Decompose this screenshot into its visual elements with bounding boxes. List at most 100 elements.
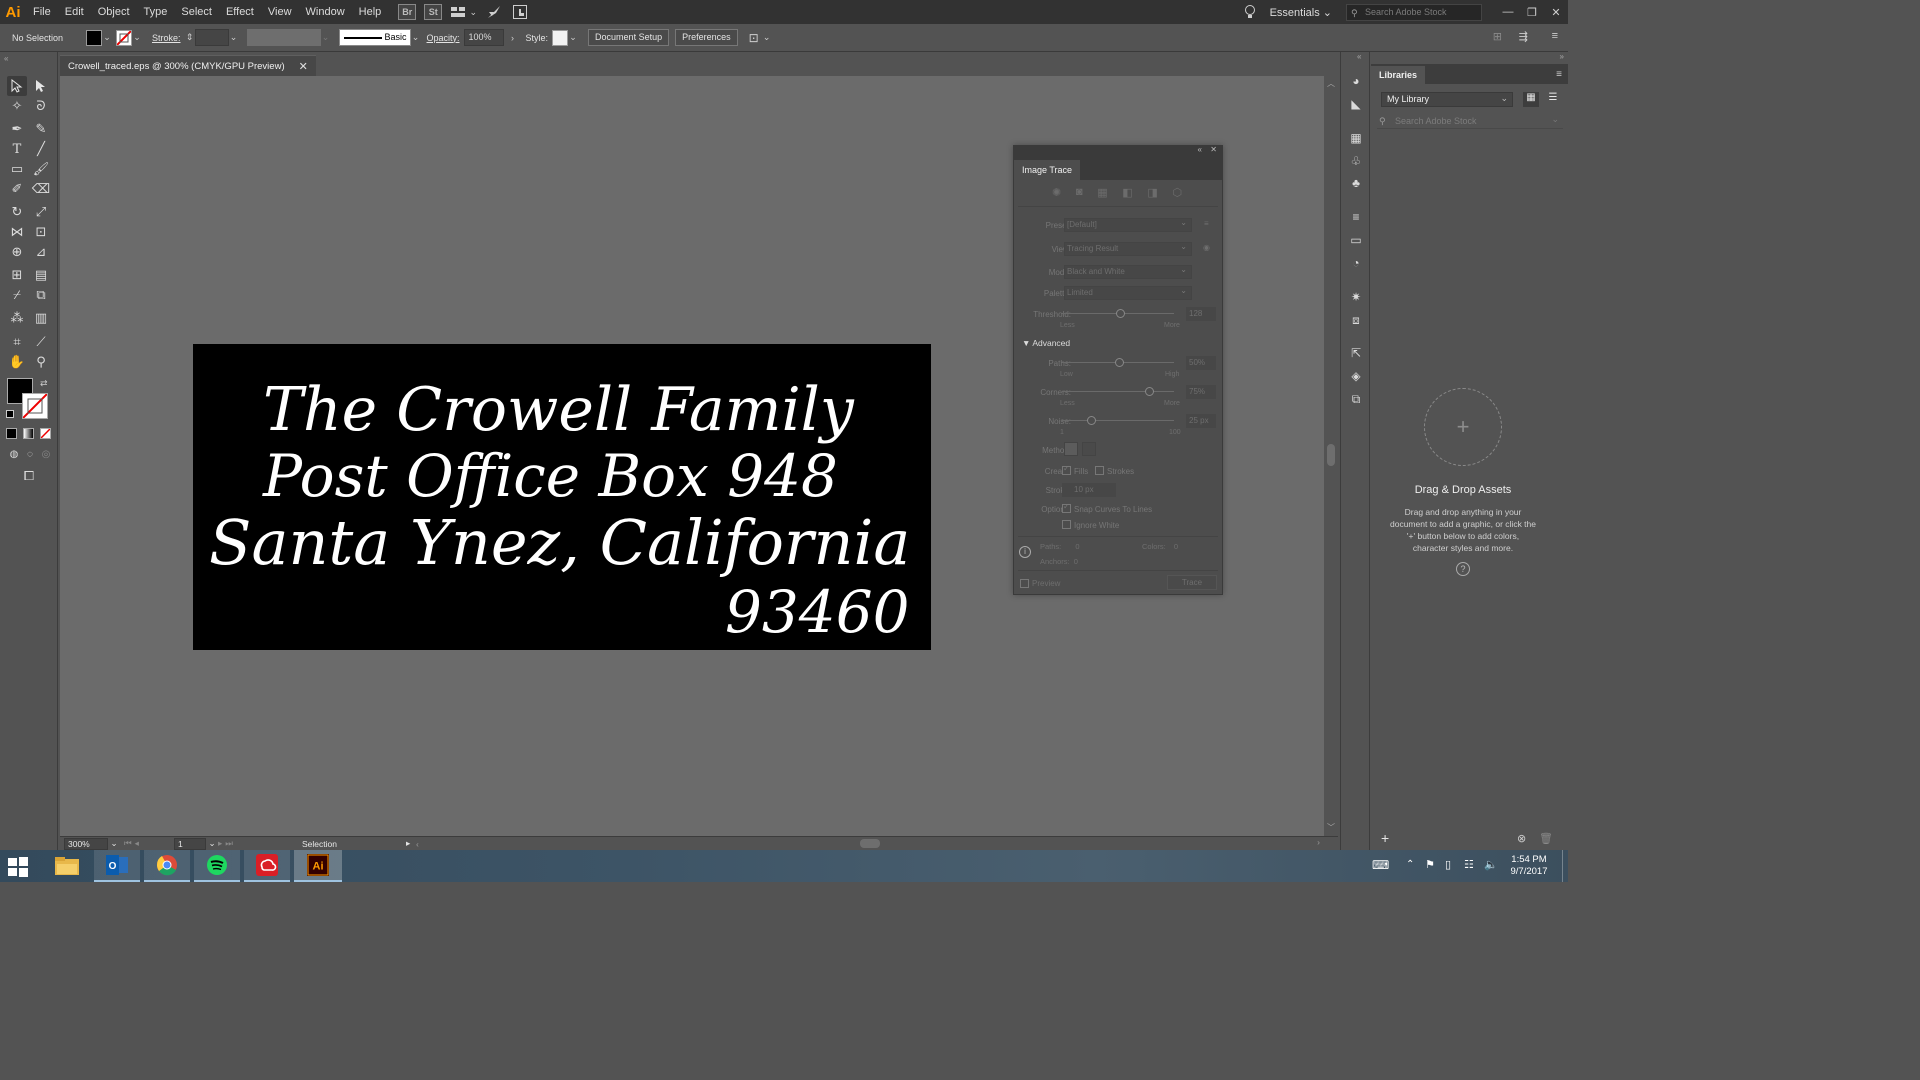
menu-type[interactable]: Type	[137, 0, 175, 24]
black-and-white-icon[interactable]: ◨	[1147, 186, 1157, 199]
collapse-icon[interactable]: «	[1198, 145, 1202, 154]
menu-window[interactable]: Window	[299, 0, 352, 24]
slice-tool-icon[interactable]: ⟋	[31, 332, 51, 352]
artboard-number-field[interactable]: 1	[174, 837, 206, 850]
menu-help[interactable]: Help	[352, 0, 389, 24]
symbols-icon[interactable]: ♣	[1346, 174, 1366, 192]
tab-image-trace[interactable]: Image Trace	[1014, 160, 1081, 180]
noise-value[interactable]: 25 px	[1186, 414, 1216, 428]
restore-button[interactable]: ❐	[1520, 0, 1544, 24]
mode-dropdown[interactable]: Black and White	[1064, 264, 1192, 279]
type-tool-icon[interactable]: T	[7, 139, 27, 159]
artboard-tool-icon[interactable]: ⌗	[7, 332, 27, 352]
menu-object[interactable]: Object	[91, 0, 137, 24]
gradient-mode-icon[interactable]	[23, 428, 34, 439]
collapse-icon[interactable]: «	[4, 54, 8, 63]
document-setup-button[interactable]: Document Setup	[588, 29, 670, 46]
chrome-icon[interactable]	[144, 850, 190, 882]
menu-file[interactable]: File	[26, 0, 58, 24]
brush-definition[interactable]: Basic	[338, 29, 411, 46]
chevron-down-icon[interactable]: ⌄	[411, 32, 421, 43]
variable-width-profile[interactable]	[246, 29, 321, 46]
preview-checkbox[interactable]	[1020, 579, 1029, 588]
grid-view-icon[interactable]: ▦	[1523, 92, 1539, 107]
gpu-performance-icon[interactable]	[484, 2, 504, 22]
auto-color-icon[interactable]: ✺	[1052, 186, 1061, 199]
shape-builder-tool-icon[interactable]: ⊕	[7, 242, 27, 262]
system-clock[interactable]: 1:54 PM 9/7/2017	[1506, 854, 1552, 878]
transparency-icon[interactable]: ◔	[1346, 254, 1366, 272]
chevron-down-icon[interactable]: ⌄	[762, 32, 772, 43]
flag-icon[interactable]: ⚑	[1425, 858, 1435, 871]
perspective-grid-tool-icon[interactable]: ⊿	[31, 242, 51, 262]
chevron-down-icon[interactable]: ⌄	[468, 2, 478, 22]
panel-menu-icon[interactable]: ⇶	[1519, 30, 1528, 43]
outline-icon[interactable]: ⬡	[1172, 186, 1182, 199]
preset-menu-icon[interactable]: ≡	[1204, 219, 1209, 228]
chevron-down-icon[interactable]: ⌄	[132, 32, 142, 43]
noise-slider[interactable]	[1087, 416, 1096, 425]
menu-view[interactable]: View	[261, 0, 299, 24]
chevron-down-icon[interactable]: ⌄	[229, 32, 239, 43]
trace-button[interactable]: Trace	[1167, 575, 1217, 590]
paths-slider[interactable]	[1115, 358, 1124, 367]
artboard-nav-prev-icon[interactable]: ⏮◂	[124, 838, 174, 849]
eyedropper-tool-icon[interactable]: ⌿	[7, 285, 27, 305]
opacity-label[interactable]: Opacity:	[427, 33, 460, 43]
lightbulb-icon[interactable]	[1240, 2, 1260, 22]
workspace-switcher[interactable]: Essentials ⌄	[1270, 6, 1332, 19]
show-desktop-button[interactable]	[1562, 850, 1568, 882]
panel-header[interactable]: « ✕	[1014, 145, 1222, 157]
free-transform-tool-icon[interactable]: ⊡	[31, 222, 51, 242]
none-mode-icon[interactable]	[40, 428, 51, 439]
high-color-icon[interactable]: ◙	[1076, 186, 1083, 199]
export-asset-icon[interactable]: ⇱	[1346, 344, 1366, 362]
zoom-field[interactable]: 300%	[64, 837, 108, 850]
scroll-left-icon[interactable]: ‹	[416, 839, 426, 849]
pen-tool-icon[interactable]: ✒	[7, 119, 27, 139]
symbol-sprayer-tool-icon[interactable]: ⁂	[7, 308, 27, 328]
abutting-method-icon[interactable]	[1064, 442, 1078, 456]
chevron-down-icon[interactable]: ⌄	[206, 838, 218, 849]
menu-effect[interactable]: Effect	[219, 0, 261, 24]
network-icon[interactable]: ☷	[1464, 858, 1474, 871]
help-icon[interactable]: ?	[1456, 562, 1470, 576]
touch-workspace-icon[interactable]	[510, 2, 530, 22]
collapse-icon[interactable]: »	[1560, 52, 1564, 61]
library-search-input[interactable]: ⚲ Search Adobe Stock ⌄	[1377, 114, 1563, 129]
scroll-down-icon[interactable]: ﹀	[1327, 822, 1335, 833]
panel-menu-icon[interactable]: ≡	[1556, 69, 1562, 80]
mesh-tool-icon[interactable]: ⊞	[7, 265, 27, 285]
chevron-right-icon[interactable]: ›	[508, 33, 518, 43]
scroll-up-icon[interactable]: ︿	[1327, 78, 1335, 89]
rectangle-tool-icon[interactable]: ▭	[7, 159, 27, 179]
threshold-slider[interactable]	[1116, 309, 1125, 318]
file-explorer-icon[interactable]	[44, 850, 90, 882]
column-graph-tool-icon[interactable]: ▥	[31, 308, 51, 328]
arrange-icon[interactable]: ⊞	[1493, 30, 1502, 43]
gradient-panel-icon[interactable]: ▭	[1346, 231, 1366, 249]
tab-libraries[interactable]: Libraries	[1371, 66, 1426, 84]
zoom-tool-icon[interactable]: ⚲	[31, 352, 51, 372]
selection-tool-icon[interactable]	[7, 76, 27, 96]
creative-cloud-sync-icon[interactable]: ⊗	[1517, 832, 1526, 845]
grayscale-icon[interactable]: ◧	[1122, 186, 1132, 199]
minimize-button[interactable]: —	[1496, 0, 1520, 24]
color-guide-icon[interactable]: ◕	[1346, 72, 1366, 90]
add-content-icon[interactable]: +	[1381, 830, 1389, 846]
draw-inside-icon[interactable]: ◎	[36, 444, 56, 464]
stroke-swatch[interactable]	[116, 29, 132, 46]
library-dropdown[interactable]: My Library ⌄	[1381, 92, 1513, 107]
ignore-white-checkbox[interactable]	[1062, 520, 1071, 529]
hand-tool-icon[interactable]: ✋	[7, 352, 27, 372]
show-hidden-icons-icon[interactable]: ⌃	[1406, 859, 1414, 870]
stroke-label[interactable]: Stroke:	[152, 33, 181, 43]
fills-checkbox[interactable]: ✓	[1062, 464, 1071, 475]
appearance-icon[interactable]: ✷	[1346, 288, 1366, 306]
blend-tool-icon[interactable]: ⧉	[31, 285, 51, 305]
shaper-tool-icon[interactable]: ✐	[7, 179, 27, 199]
eye-icon[interactable]: ◉	[1203, 243, 1210, 252]
vertical-scroll-thumb[interactable]	[1327, 444, 1335, 466]
screen-mode-icon[interactable]: ⧠	[19, 466, 39, 486]
windows-start-icon[interactable]	[8, 857, 28, 877]
